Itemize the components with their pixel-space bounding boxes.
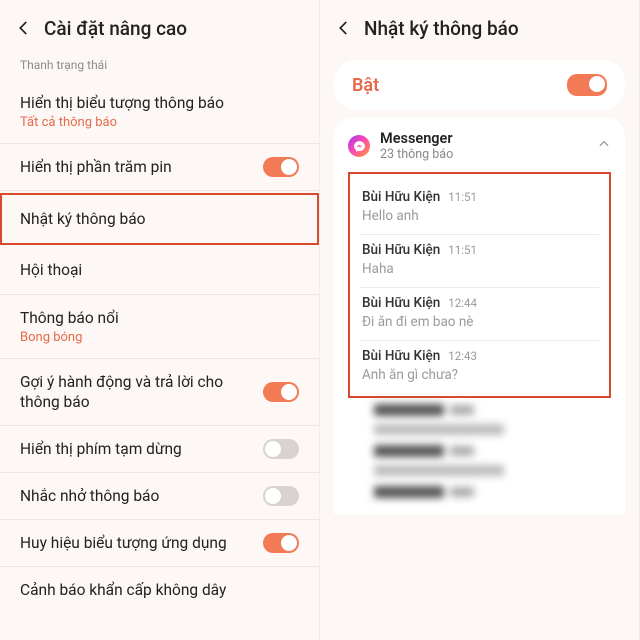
app-header[interactable]: Messenger 23 thông báo — [348, 130, 611, 168]
row-title: Nhật ký thông báo — [20, 209, 299, 229]
msg-time: 12:44 — [448, 296, 477, 310]
chevron-up-icon[interactable] — [597, 137, 611, 155]
row-notification-icons[interactable]: Hiển thị biểu tượng thông báo Tất cả thô… — [0, 80, 319, 144]
section-label: Thanh trạng thái — [0, 52, 319, 80]
message-list-highlight: Bùi Hữu Kiện 11:51 Hello anh Bùi Hữu Kiệ… — [348, 172, 611, 398]
settings-screen: Cài đặt nâng cao Thanh trạng thái Hiển t… — [0, 0, 320, 640]
row-title: Hiển thị phần trăm pin — [20, 157, 263, 177]
row-battery-percentage[interactable]: Hiển thị phần trăm pin — [0, 144, 319, 191]
toggle-snooze[interactable] — [263, 439, 299, 459]
header: Nhật ký thông báo — [320, 0, 639, 52]
toggle-enable-log[interactable] — [567, 74, 607, 96]
messenger-icon — [348, 135, 370, 157]
msg-body: Đi ăn đi em bao nè — [362, 314, 597, 330]
msg-time: 11:51 — [448, 190, 477, 204]
row-title: Cảnh báo khẩn cấp không dây — [20, 580, 299, 600]
msg-sender: Bùi Hữu Kiện — [362, 295, 440, 311]
row-title: Hiển thị phím tạm dừng — [20, 439, 263, 459]
msg-time: 11:51 — [448, 243, 477, 257]
row-title: Gợi ý hành động và trả lời cho thông báo — [20, 372, 263, 412]
app-group-messenger: Messenger 23 thông báo Bùi Hữu Kiện 11:5… — [334, 118, 625, 514]
toggle-badge[interactable] — [263, 533, 299, 553]
msg-body: Hello anh — [362, 208, 597, 224]
list-item[interactable]: Bùi Hữu Kiện 12:43 Anh ăn gì chưa? — [360, 341, 599, 393]
list-item[interactable]: Bùi Hữu Kiện 11:51 Haha — [360, 235, 599, 288]
notification-log-screen: Nhật ký thông báo Bật Messenger 23 thông… — [320, 0, 640, 640]
enable-label: Bật — [352, 75, 379, 96]
toggle-reminder[interactable] — [263, 486, 299, 506]
msg-body: Haha — [362, 261, 597, 277]
back-icon[interactable] — [10, 14, 38, 42]
blurred-content — [374, 404, 585, 498]
msg-sender: Bùi Hữu Kiện — [362, 189, 440, 205]
toggle-suggest[interactable] — [263, 382, 299, 402]
msg-time: 12:43 — [448, 349, 477, 363]
row-title: Huy hiệu biểu tượng ứng dụng — [20, 533, 263, 553]
msg-body: Anh ăn gì chưa? — [362, 367, 597, 383]
msg-sender: Bùi Hữu Kiện — [362, 242, 440, 258]
row-title: Nhắc nhở thông báo — [20, 486, 263, 506]
row-app-badge[interactable]: Huy hiệu biểu tượng ứng dụng — [0, 520, 319, 567]
row-emergency-alerts[interactable]: Cảnh báo khẩn cấp không dây — [0, 567, 319, 613]
row-title: Thông báo nổi — [20, 308, 299, 328]
page-title: Nhật ký thông báo — [364, 17, 519, 40]
row-reminder[interactable]: Nhắc nhở thông báo — [0, 473, 319, 520]
row-notification-log[interactable]: Nhật ký thông báo — [0, 193, 319, 245]
back-icon[interactable] — [330, 14, 358, 42]
app-name: Messenger — [380, 130, 453, 147]
enable-card: Bật — [334, 60, 625, 110]
row-subtitle: Bong bóng — [20, 330, 299, 345]
row-snooze[interactable]: Hiển thị phím tạm dừng — [0, 426, 319, 473]
row-title: Hội thoại — [20, 260, 299, 280]
list-item[interactable]: Bùi Hữu Kiện 12:44 Đi ăn đi em bao nè — [360, 288, 599, 341]
row-title: Hiển thị biểu tượng thông báo — [20, 93, 299, 113]
row-conversations[interactable]: Hội thoại — [0, 247, 319, 294]
row-floating-notifications[interactable]: Thông báo nổi Bong bóng — [0, 295, 319, 359]
list-item[interactable]: Bùi Hữu Kiện 11:51 Hello anh — [360, 182, 599, 235]
app-count: 23 thông báo — [380, 147, 453, 162]
row-subtitle: Tất cả thông báo — [20, 115, 299, 130]
row-suggest-actions[interactable]: Gợi ý hành động và trả lời cho thông báo — [0, 359, 319, 426]
page-title: Cài đặt nâng cao — [44, 17, 187, 40]
header: Cài đặt nâng cao — [0, 0, 319, 52]
msg-sender: Bùi Hữu Kiện — [362, 348, 440, 364]
toggle-battery[interactable] — [263, 157, 299, 177]
